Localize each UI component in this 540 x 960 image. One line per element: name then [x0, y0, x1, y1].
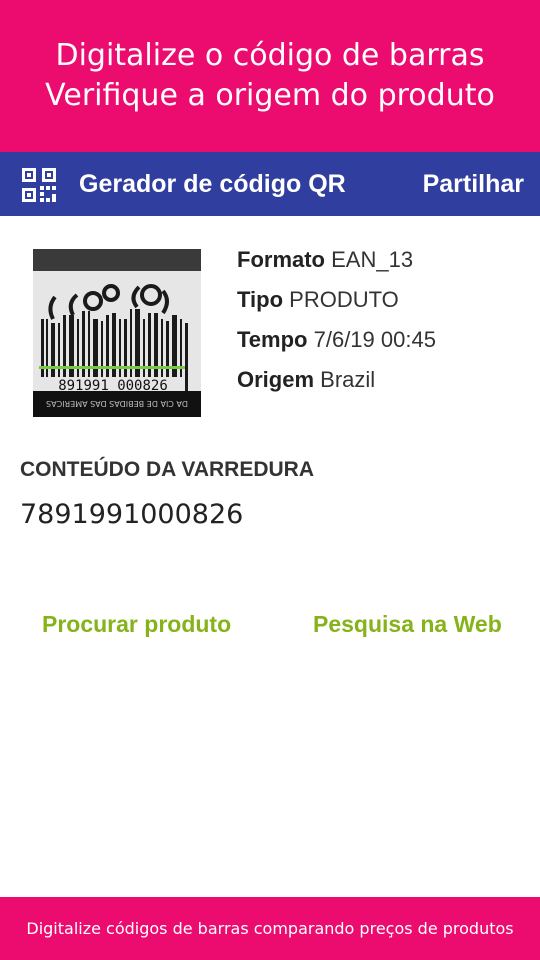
banner-line-2: Verifique a origem do produto [45, 78, 495, 113]
qr-code-icon[interactable] [22, 168, 56, 202]
format-label: Formato [237, 247, 325, 272]
time-row: Tempo 7/6/19 00:45 [237, 320, 436, 360]
scan-details: Formato EAN_13 Tipo PRODUTO Tempo 7/6/19… [237, 240, 436, 400]
time-value: 7/6/19 00:45 [313, 327, 436, 352]
barcode-printed-number: 891991 000826 [58, 378, 168, 394]
origin-value: Brazil [320, 367, 376, 392]
type-row: Tipo PRODUTO [237, 280, 436, 320]
barcode-fine-print: DA CIA DE BEBIDAS DAS AMERICAS [46, 399, 188, 408]
format-value: EAN_13 [331, 247, 414, 272]
app-toolbar: Gerador de código QR Partilhar [0, 152, 540, 216]
top-ad-banner[interactable]: Digitalize o código de barras Verifique … [0, 0, 540, 152]
bottom-ad-banner[interactable]: Digitalize códigos de barras comparando … [0, 897, 540, 960]
scan-content-heading: CONTEÚDO DA VARREDURA [20, 458, 314, 481]
web-search-button[interactable]: Pesquisa na Web [313, 605, 502, 643]
search-product-button[interactable]: Procurar produto [42, 605, 231, 643]
share-button[interactable]: Partilhar [423, 152, 524, 216]
type-label: Tipo [237, 287, 284, 312]
type-value: PRODUTO [289, 287, 399, 312]
scan-content-value[interactable]: 7891991000826 [20, 497, 243, 533]
time-label: Tempo [237, 327, 308, 352]
format-row: Formato EAN_13 [237, 240, 436, 280]
barcode-image: 891991 000826 DA CIA DE BEBIDAS DAS AMER… [33, 249, 201, 417]
bottom-banner-text: Digitalize códigos de barras comparando … [26, 919, 514, 938]
origin-label: Origem [237, 367, 315, 392]
banner-line-1: Digitalize o código de barras [55, 38, 485, 73]
barcode-thumbnail: 891991 000826 DA CIA DE BEBIDAS DAS AMER… [33, 249, 201, 417]
origin-row: Origem Brazil [237, 360, 436, 400]
toolbar-title[interactable]: Gerador de código QR [79, 152, 346, 216]
